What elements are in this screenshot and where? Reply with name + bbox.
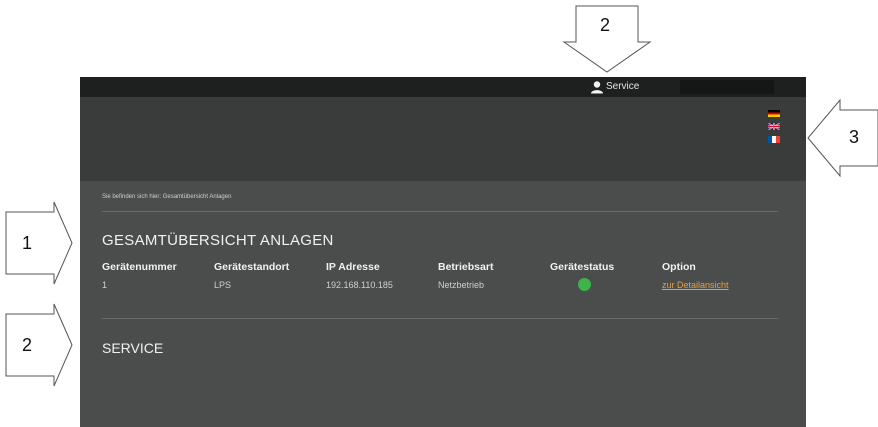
callout-arrow-1 [5, 201, 73, 285]
callout-arrow-3 [807, 98, 878, 178]
column-header-option: Option [662, 261, 696, 273]
divider [102, 211, 778, 212]
callout-arrow-2-left [5, 303, 73, 387]
user-icon[interactable] [590, 80, 604, 94]
column-header-betriebsart: Betriebsart [438, 261, 494, 273]
en-flag-icon[interactable] [768, 123, 780, 130]
de-flag-icon[interactable] [768, 110, 780, 117]
cell-geraetenummer: 1 [102, 280, 108, 290]
overview-title: GESAMTÜBERSICHT ANLAGEN [102, 232, 334, 249]
breadcrumb: Sie befinden sich hier: Gesamtübersicht … [102, 194, 232, 200]
cell-betriebsart: Netzbetrieb [438, 280, 485, 290]
status-indicator [578, 278, 591, 291]
column-header-ip-adresse: IP Adresse [326, 261, 380, 273]
divider [102, 318, 778, 319]
cell-geraetestandort: LPS [214, 280, 232, 290]
header [80, 97, 806, 181]
callout-number-2-top: 2 [600, 15, 611, 35]
column-header-geraetestatus: Gerätestatus [550, 261, 615, 273]
service-section-title: SERVICE [102, 340, 164, 356]
column-header-geraetenummer: Gerätenummer [102, 261, 177, 273]
cell-ip-adresse: 192.168.110.185 [326, 280, 393, 290]
column-header-geraetestandort: Gerätestandort [214, 261, 290, 273]
topbar-field [680, 80, 774, 94]
main-content [80, 181, 806, 427]
callout-number-2-left: 2 [22, 335, 33, 355]
callout-number-3: 3 [849, 127, 860, 147]
detail-link[interactable]: zur Detailansicht [662, 280, 729, 290]
fr-flag-icon[interactable] [768, 136, 780, 143]
callout-number-1: 1 [22, 233, 33, 253]
service-link[interactable]: Service [606, 81, 639, 93]
